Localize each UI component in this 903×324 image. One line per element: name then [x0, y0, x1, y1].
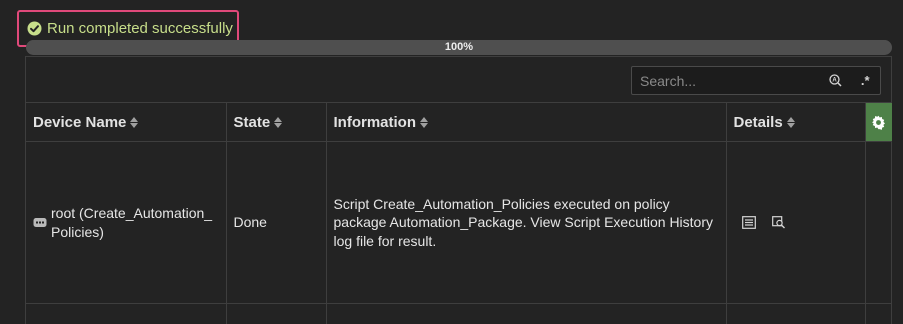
gear-icon[interactable]	[866, 103, 893, 141]
search-input[interactable]	[632, 67, 821, 94]
device-name: root (Create_Automation_Policies)	[51, 205, 213, 240]
column-header-state[interactable]: State	[226, 102, 327, 142]
search-box: A .*	[631, 66, 881, 95]
svg-text:A: A	[833, 78, 838, 84]
information-cell: Script Create_Automation_Policies execut…	[326, 141, 727, 304]
match-case-icon[interactable]: A	[821, 67, 851, 94]
log-view-icon[interactable]	[741, 216, 756, 229]
column-header-details[interactable]: Details	[726, 102, 866, 142]
column-header-information[interactable]: Information	[326, 102, 727, 142]
sort-icon[interactable]	[274, 116, 283, 128]
table-header-row: Device Name State Information Details	[26, 102, 893, 142]
results-table: Device Name State Information Details ro…	[26, 102, 892, 324]
search-detail-icon[interactable]	[771, 216, 786, 229]
regex-icon[interactable]: .*	[851, 67, 881, 94]
table-row	[26, 303, 892, 324]
check-circle-icon	[27, 21, 42, 36]
column-header-device-name[interactable]: Device Name	[26, 102, 227, 142]
column-settings-button[interactable]	[865, 102, 893, 142]
results-panel: A .* Device Name State Information Detai…	[25, 56, 892, 324]
sort-icon[interactable]	[420, 116, 428, 128]
sort-icon[interactable]	[130, 116, 139, 128]
sort-icon[interactable]	[786, 116, 795, 128]
table-row[interactable]: root (Create_Automation_Policies) Done S…	[26, 141, 892, 304]
details-cell	[726, 141, 866, 304]
progress-label: 100%	[444, 41, 474, 53]
state-cell: Done	[226, 141, 327, 304]
device-name-cell: root (Create_Automation_Policies)	[26, 141, 227, 304]
device-icon	[33, 217, 47, 228]
status-message: Run completed successfully	[47, 20, 233, 37]
progress-bar: 100%	[26, 40, 892, 55]
empty-cell	[865, 141, 892, 304]
